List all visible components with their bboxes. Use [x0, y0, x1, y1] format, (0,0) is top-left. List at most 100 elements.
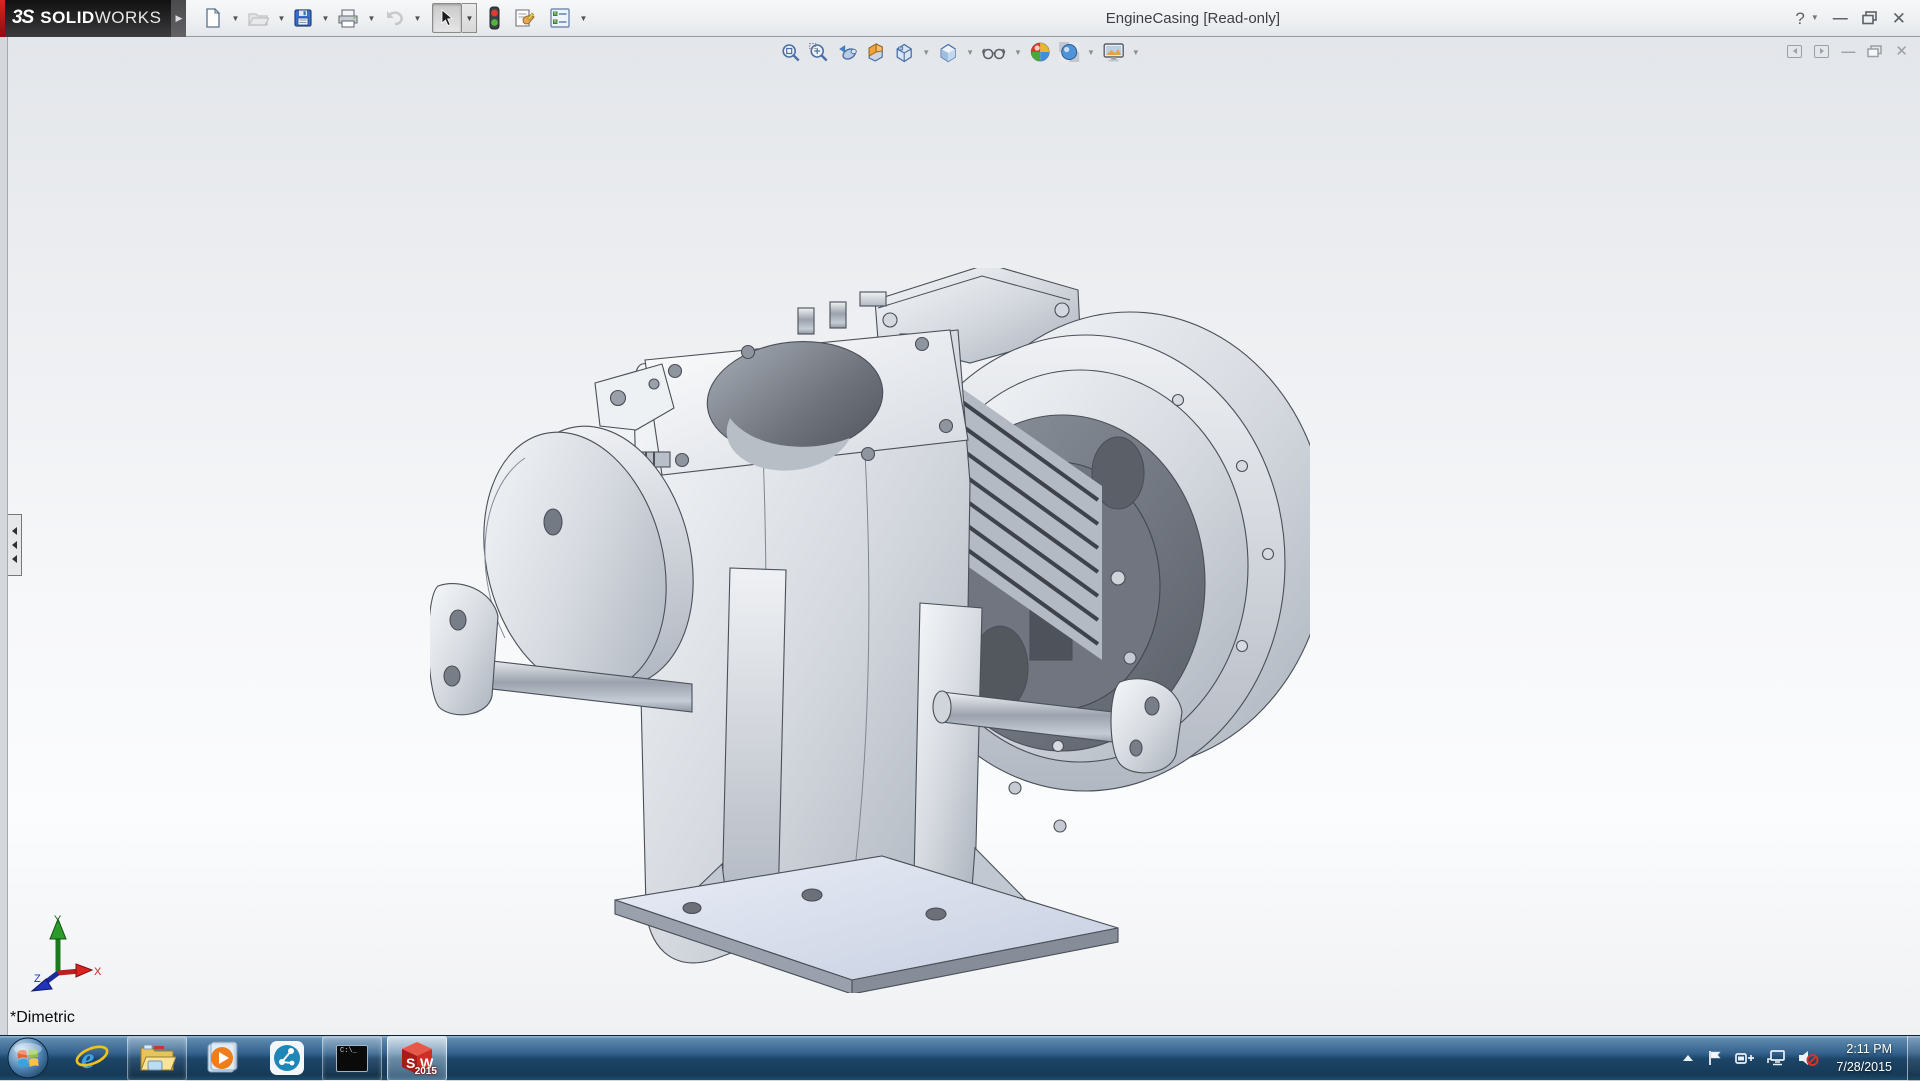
taskbar-clock[interactable]: 2:11 PM 7/28/2015	[1836, 1040, 1892, 1076]
options-checklist-icon	[549, 7, 571, 29]
titlebar: 3S SOLIDWORKS ▶ ▼ ▼ ▼ ▼ ▼ ▼	[0, 0, 1920, 37]
solidworks-icon: S W 2015	[399, 1040, 435, 1076]
document-minimize-button[interactable]: —	[1841, 43, 1855, 59]
section-view-icon	[865, 42, 886, 63]
left-window-edge	[0, 37, 8, 1035]
previous-view-icon	[836, 42, 858, 62]
hide-show-items-dropdown-arrow[interactable]: ▼	[1012, 48, 1024, 57]
right-pane-toggle-icon[interactable]	[1814, 45, 1829, 58]
window-controls: ? ▼ — ✕	[1795, 10, 1920, 27]
view-orientation-button[interactable]	[891, 40, 917, 64]
show-desktop-button[interactable]	[1907, 1036, 1920, 1081]
view-orientation-label: *Dimetric	[10, 1009, 75, 1027]
close-button[interactable]: ✕	[1892, 10, 1906, 27]
zoom-to-area-icon	[808, 42, 829, 63]
feature-tree-collapsed-tab[interactable]	[8, 514, 22, 576]
view-settings-button[interactable]	[1100, 40, 1127, 64]
taskbar-windows-explorer[interactable]	[127, 1036, 187, 1081]
select-tool-button[interactable]	[432, 3, 462, 33]
rebuild-button[interactable]	[485, 3, 504, 33]
view-orientation-dropdown-arrow[interactable]: ▼	[920, 48, 932, 57]
graphics-area[interactable]: ▼ ▼ ▼ ▼ ▼ — ✕	[0, 37, 1920, 1035]
media-player-icon	[205, 1041, 239, 1075]
print-button[interactable]	[334, 3, 362, 33]
start-button[interactable]	[6, 1036, 50, 1080]
undo-button[interactable]	[380, 3, 408, 33]
orientation-triad: Y X Z	[22, 911, 102, 995]
window-title: EngineCasing [Read-only]	[590, 9, 1795, 27]
taskbar-command-prompt[interactable]: C:\_	[322, 1036, 382, 1081]
collapse-arrow-icon	[12, 555, 17, 563]
file-properties-button[interactable]	[510, 3, 540, 33]
network-icon[interactable]	[1766, 1049, 1786, 1067]
new-dropdown-arrow[interactable]: ▼	[228, 14, 242, 23]
document-window-controls: — ✕	[1787, 42, 1908, 60]
hide-show-items-button[interactable]	[979, 40, 1009, 64]
undo-dropdown-arrow[interactable]: ▼	[410, 14, 424, 23]
svg-text:Z: Z	[34, 973, 41, 985]
open-folder-icon	[247, 8, 269, 28]
save-button[interactable]	[290, 3, 316, 33]
left-pane-toggle-icon[interactable]	[1787, 45, 1802, 58]
previous-view-button[interactable]	[834, 40, 860, 64]
select-dropdown-arrow[interactable]: ▼	[462, 3, 477, 33]
command-prompt-icon: C:\_	[336, 1045, 368, 1072]
zoom-to-area-button[interactable]	[806, 40, 831, 64]
folder-icon	[138, 1042, 176, 1074]
internet-explorer-icon: e	[74, 1040, 110, 1076]
display-style-icon	[937, 42, 959, 63]
display-style-dropdown-arrow[interactable]: ▼	[964, 48, 976, 57]
view-orientation-icon	[893, 42, 915, 63]
document-close-button[interactable]: ✕	[1895, 42, 1908, 60]
svg-text:Y: Y	[54, 914, 62, 926]
action-center-flag-icon[interactable]	[1706, 1049, 1724, 1067]
taskbar-share-app[interactable]	[257, 1036, 317, 1081]
edit-appearance-button[interactable]	[1027, 40, 1053, 64]
print-dropdown-arrow[interactable]: ▼	[364, 14, 378, 23]
apply-scene-dropdown-arrow[interactable]: ▼	[1085, 48, 1097, 57]
clock-time: 2:11 PM	[1836, 1040, 1892, 1058]
new-document-button[interactable]	[200, 3, 226, 33]
brand-mark: 3S	[12, 7, 33, 29]
brand-name-light: WORKS	[95, 8, 162, 28]
minimize-button[interactable]: —	[1833, 11, 1848, 26]
taskbar: e	[0, 1035, 1920, 1080]
collapse-arrow-icon	[12, 527, 17, 535]
volume-muted-icon[interactable]	[1797, 1049, 1819, 1067]
section-view-button[interactable]	[863, 40, 888, 64]
engine-casing-model[interactable]	[430, 268, 1310, 993]
triad-x-axis: X	[58, 964, 102, 978]
taskbar-apps: e	[62, 1036, 447, 1081]
show-hidden-icons-chevron[interactable]	[1681, 1053, 1695, 1063]
standard-toolbar: ▼ ▼ ▼ ▼ ▼ ▼	[186, 3, 590, 33]
save-dropdown-arrow[interactable]: ▼	[318, 14, 332, 23]
clock-date: 7/28/2015	[1836, 1058, 1892, 1076]
view-settings-monitor-icon	[1102, 42, 1125, 63]
triad-z-axis: Z	[32, 973, 58, 991]
help-button[interactable]: ?	[1795, 10, 1804, 27]
restore-button[interactable]	[1862, 11, 1878, 25]
model-geometry	[430, 268, 1310, 993]
taskbar-internet-explorer[interactable]: e	[62, 1036, 122, 1081]
power-plug-icon[interactable]	[1735, 1049, 1755, 1067]
help-dropdown-arrow[interactable]: ▼	[1811, 14, 1819, 22]
share-app-icon	[269, 1040, 305, 1076]
brand-name-bold: SOLID	[40, 8, 94, 28]
solidworks-logo: 3S SOLIDWORKS	[0, 0, 171, 37]
open-button[interactable]	[244, 3, 272, 33]
triad-y-axis: Y	[50, 914, 66, 973]
logo-red-accent	[0, 0, 5, 37]
options-dropdown-arrow[interactable]: ▼	[576, 14, 590, 23]
zoom-to-fit-button[interactable]	[778, 40, 803, 64]
view-settings-dropdown-arrow[interactable]: ▼	[1130, 48, 1142, 57]
menu-expand-arrow[interactable]: ▶	[171, 0, 186, 37]
options-button[interactable]	[546, 3, 574, 33]
display-style-button[interactable]	[935, 40, 961, 64]
apply-scene-button[interactable]	[1056, 40, 1082, 64]
open-dropdown-arrow[interactable]: ▼	[274, 14, 288, 23]
taskbar-solidworks[interactable]: S W 2015	[387, 1036, 447, 1081]
headsup-view-toolbar: ▼ ▼ ▼ ▼ ▼	[778, 40, 1142, 64]
document-restore-button[interactable]	[1867, 45, 1883, 58]
taskbar-media-player[interactable]	[192, 1036, 252, 1081]
new-document-icon	[203, 7, 223, 29]
